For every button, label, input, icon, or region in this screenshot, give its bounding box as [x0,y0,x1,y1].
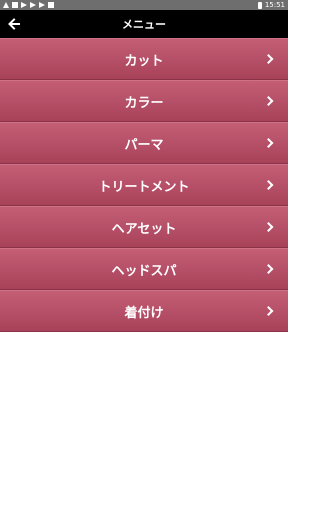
chevron-right-icon [263,222,274,232]
menu-item-perm[interactable]: パーマ [0,122,288,164]
status-right: 15:51 [257,0,285,10]
menu-item-label: カラー [124,95,164,111]
chevron-right-icon [263,54,274,64]
play-icon [21,2,27,8]
menu-item-cut[interactable]: カット [0,38,288,80]
chevron-right-icon [263,138,274,148]
status-time: 15:51 [264,1,285,9]
menu-item-label: 着付け [124,305,164,321]
menu-list: カット カラー パーマ トリートメント ヘアセット ヘッドスパ 着付け [0,38,288,332]
battery-icon [257,1,262,9]
menu-item-head-spa[interactable]: ヘッドスパ [0,248,288,290]
warning-icon [3,2,9,8]
menu-item-label: トリートメント [98,179,190,195]
chevron-right-icon [263,96,274,106]
status-bar: 15:51 [0,0,288,10]
chevron-right-icon [263,180,274,190]
menu-item-label: パーマ [124,137,164,153]
menu-item-color[interactable]: カラー [0,80,288,122]
menu-item-hair-set[interactable]: ヘアセット [0,206,288,248]
menu-item-label: カット [124,53,164,69]
menu-item-kitsuke[interactable]: 着付け [0,290,288,332]
toolbar: メニュー [0,10,288,38]
chevron-right-icon [263,264,274,274]
back-button[interactable] [4,14,24,34]
page-title: メニュー [122,18,166,31]
shopping-bag-icon [48,2,54,8]
arrow-left-icon [8,18,20,30]
status-icons [3,2,54,8]
image-icon [12,2,18,8]
menu-item-label: ヘッドスパ [111,263,177,279]
chevron-right-icon [263,306,274,316]
play-icon [30,2,36,8]
play-icon [39,2,45,8]
menu-item-treatment[interactable]: トリートメント [0,164,288,206]
menu-item-label: ヘアセット [111,221,177,237]
